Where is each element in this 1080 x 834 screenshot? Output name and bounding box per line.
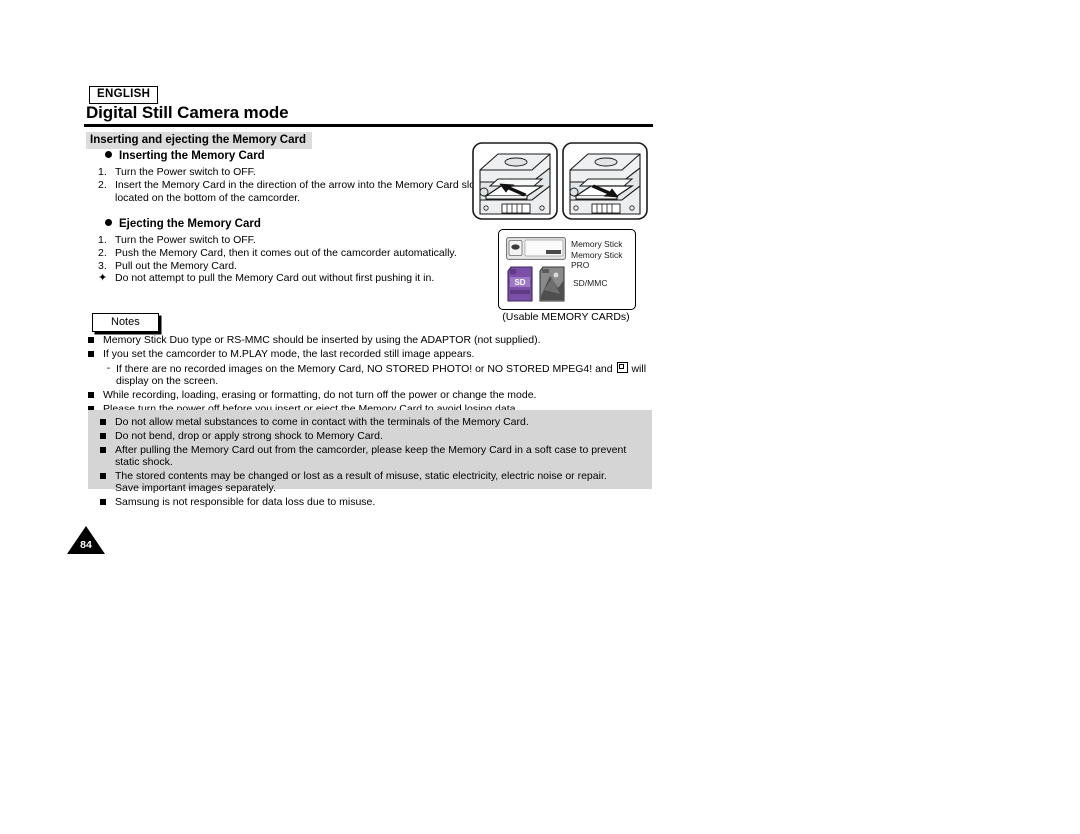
- square-bullet-icon: [100, 444, 115, 453]
- step-marker: 2.: [98, 246, 107, 259]
- list-item: If you set the camcorder to M.PLAY mode,…: [88, 348, 654, 360]
- sd-mmc-label: SD/MMC: [573, 278, 608, 288]
- step-text: Insert the Memory Card in the direction …: [115, 178, 478, 191]
- manual-page: ENGLISH Digital Still Camera mode Insert…: [0, 0, 1080, 834]
- step-text: Pull out the Memory Card.: [115, 259, 237, 272]
- square-bullet-icon: [88, 348, 103, 357]
- caution-text: Do not allow metal substances to come in…: [115, 416, 529, 428]
- caution-list: Do not allow metal substances to come in…: [100, 416, 646, 510]
- step-marker: 2.: [98, 178, 107, 191]
- notes-label-box: Notes: [92, 313, 159, 332]
- caution-text: Samsung is not responsible for data loss…: [115, 496, 376, 508]
- note-sub-continuation: display on the screen.: [116, 375, 219, 387]
- step-text: Turn the Power switch to OFF.: [115, 166, 256, 178]
- list-item: ✦ Do not attempt to pull the Memory Card…: [98, 272, 498, 285]
- list-item: 1. Turn the Power switch to OFF.: [98, 234, 498, 247]
- notes-list: Memory Stick Duo type or RS-MMC should b…: [88, 334, 654, 416]
- usable-cards-caption: (Usable MEMORY CARDs): [502, 311, 630, 323]
- list-item: While recording, loading, erasing or for…: [88, 389, 654, 401]
- caution-text-continuation: Save important images separately.: [115, 482, 276, 495]
- list-item: 1. Turn the Power switch to OFF.: [98, 166, 498, 179]
- inserting-heading: Inserting the Memory Card: [105, 150, 265, 162]
- list-item: 2. Push the Memory Card, then it comes o…: [98, 247, 498, 260]
- note-text: If you set the camcorder to M.PLAY mode,…: [103, 347, 475, 360]
- square-bullet-icon: [100, 470, 115, 479]
- note-sub-text-after: will: [631, 362, 647, 375]
- page-number-badge: 84: [67, 526, 105, 556]
- list-item: After pulling the Memory Card out from t…: [100, 444, 646, 469]
- inserting-steps: 1. Turn the Power switch to OFF. 2. Inse…: [98, 166, 498, 204]
- step-text: Turn the Power switch to OFF.: [115, 234, 256, 246]
- inserting-heading-label: Inserting the Memory Card: [119, 150, 265, 162]
- mmc-card-image: [538, 266, 566, 303]
- svg-text:SD: SD: [514, 278, 525, 287]
- note-sub-text-before: If there are no recorded images on the M…: [116, 362, 613, 375]
- warning-glyph-icon: ✦: [98, 272, 108, 285]
- caution-text: After pulling the Memory Card out from t…: [115, 443, 627, 468]
- list-item: The stored contents may be changed or lo…: [100, 470, 646, 495]
- list-item: 3. Pull out the Memory Card.: [98, 260, 498, 273]
- no-card-icon: [616, 361, 628, 373]
- caution-text-main: The stored contents may be changed or lo…: [115, 469, 607, 482]
- camcorder-insert-illustration: [472, 142, 558, 220]
- usable-cards-box: SD Memory Stick Memory Stick PRO SD/MMC: [498, 229, 636, 310]
- step-marker: 1.: [98, 166, 107, 178]
- ejecting-steps: 1. Turn the Power switch to OFF. 2. Push…: [98, 234, 498, 285]
- step-marker: 3.: [98, 259, 107, 272]
- step-marker: 1.: [98, 234, 107, 246]
- step-text: Push the Memory Card, then it comes out …: [115, 246, 457, 259]
- square-bullet-icon: [100, 416, 115, 425]
- list-item-sub: - If there are no recorded images on the…: [88, 361, 654, 388]
- camcorder-eject-illustration: [562, 142, 648, 220]
- list-item: Do not allow metal substances to come in…: [100, 416, 646, 428]
- bullet-dot-icon: [105, 151, 112, 158]
- caution-text: The stored contents may be changed or lo…: [115, 470, 646, 495]
- page-number: 84: [80, 539, 92, 551]
- step-continuation: located on the bottom of the camcorder.: [115, 191, 301, 204]
- square-bullet-icon: [100, 430, 115, 439]
- memory-stick-label-line1: Memory Stick: [571, 239, 623, 249]
- square-bullet-icon: [100, 496, 115, 505]
- memory-stick-card-image: [506, 237, 566, 260]
- page-title: Digital Still Camera mode: [86, 103, 289, 122]
- list-item: Samsung is not responsible for data loss…: [100, 496, 646, 508]
- note-text: Memory Stick Duo type or RS-MMC should b…: [103, 334, 541, 346]
- dash-bullet: -: [106, 361, 111, 374]
- sd-card-image: SD: [506, 266, 534, 303]
- memory-stick-label-line2: Memory Stick PRO: [571, 249, 623, 271]
- step-text: Do not attempt to pull the Memory Card o…: [115, 272, 435, 285]
- caution-box: Do not allow metal substances to come in…: [88, 410, 652, 508]
- bullet-dot-icon: [105, 219, 112, 226]
- note-sub-text: If there are no recorded images on the M…: [116, 361, 654, 388]
- title-divider: [84, 124, 653, 127]
- list-item: Memory Stick Duo type or RS-MMC should b…: [88, 334, 654, 346]
- memory-stick-label: Memory Stick Memory Stick PRO: [571, 239, 635, 271]
- ejecting-heading-label: Ejecting the Memory Card: [119, 218, 261, 230]
- list-item: Do not bend, drop or apply strong shock …: [100, 430, 646, 442]
- ejecting-heading: Ejecting the Memory Card: [105, 218, 261, 230]
- language-badge: ENGLISH: [89, 86, 159, 104]
- square-bullet-icon: [88, 334, 103, 343]
- section-header-bar: Inserting and ejecting the Memory Card: [86, 132, 312, 149]
- caution-text: Do not bend, drop or apply strong shock …: [115, 429, 383, 442]
- note-text: While recording, loading, erasing or for…: [103, 388, 537, 401]
- square-bullet-icon: [88, 389, 103, 398]
- list-item: 2. Insert the Memory Card in the directi…: [98, 179, 498, 192]
